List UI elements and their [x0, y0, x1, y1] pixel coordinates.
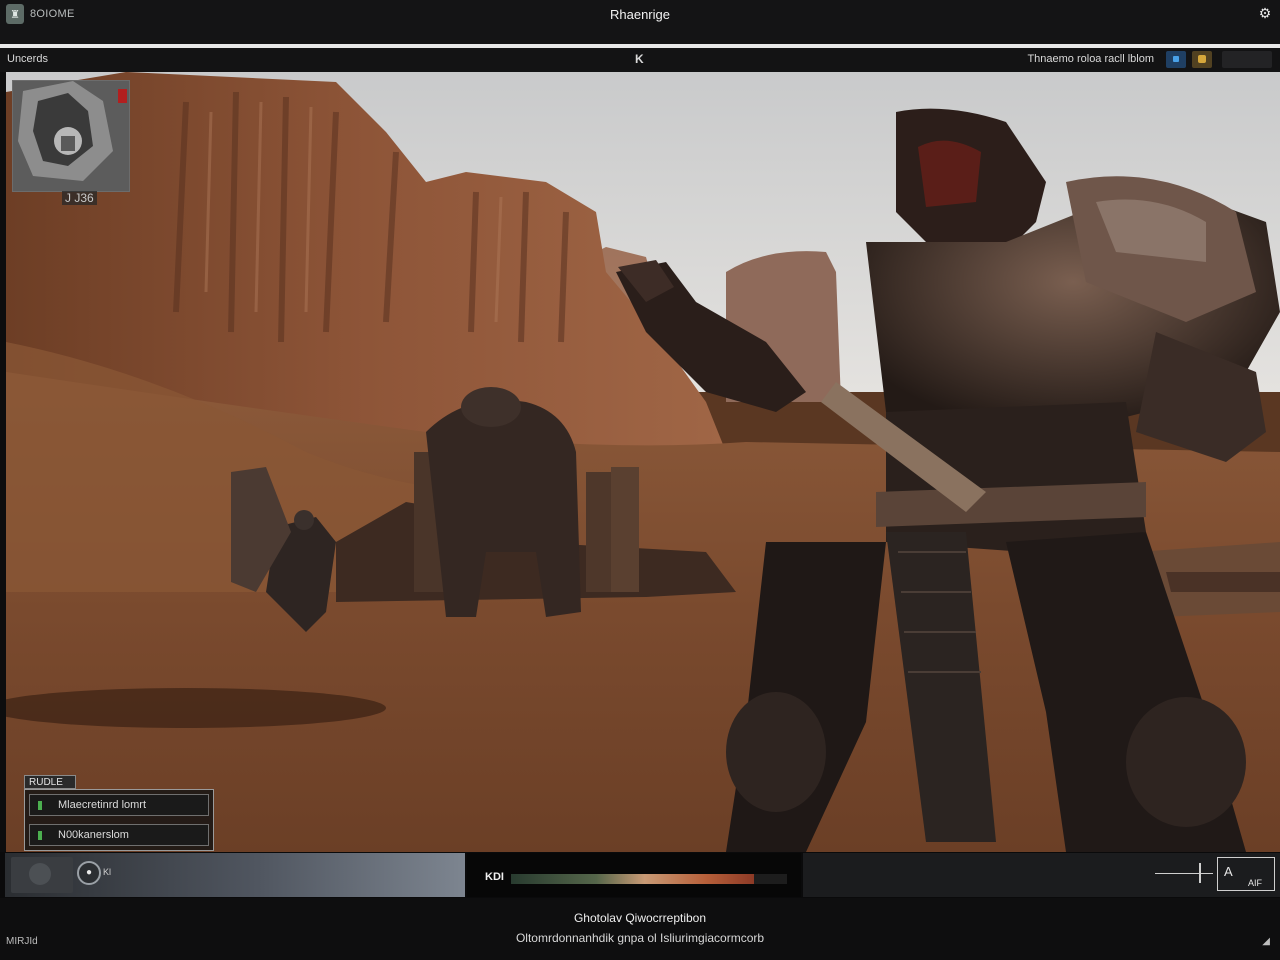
health-bar-fill — [511, 874, 754, 884]
toolbar-left-label[interactable]: Uncerds — [7, 53, 48, 65]
log-panel: Mlaecretinrd lomrt N00kanerslom — [24, 789, 214, 851]
game-scene — [6, 72, 1280, 852]
resize-grip-icon[interactable]: ◢ — [1262, 936, 1270, 947]
achievement-button[interactable] — [1192, 51, 1212, 68]
minimap-label: J J36 — [62, 191, 97, 205]
log-row-text: N00kanerslom — [58, 829, 129, 841]
toolbar-center-label: K — [635, 52, 644, 66]
ammo-box[interactable]: A AIF — [1217, 857, 1275, 891]
log-row[interactable]: N00kanerslom — [29, 824, 209, 846]
minimap[interactable] — [12, 80, 130, 192]
status-indicator-icon — [38, 831, 42, 840]
hud-player-panel: ● Kl — [5, 853, 465, 897]
footer-corner-left: MIRJId — [6, 936, 38, 947]
log-row-text: Mlaecretinrd lomrt — [58, 799, 147, 811]
player-portrait[interactable] — [11, 857, 73, 893]
ability-slot-icon[interactable]: ● — [77, 861, 101, 885]
divider-line — [1155, 873, 1213, 874]
menu-button[interactable] — [1222, 51, 1272, 68]
info-button[interactable] — [1166, 51, 1186, 68]
minimap-marker — [118, 89, 127, 103]
ability-slot-label: Kl — [103, 867, 112, 877]
log-tab[interactable]: RUDLE — [24, 775, 76, 789]
status-indicator-icon — [38, 801, 42, 810]
toolbar-right-label: Thnaemo roloa racll lblom — [1027, 53, 1154, 65]
window-title: Rhaenrige — [610, 7, 670, 22]
hud-health-panel: KDI — [467, 853, 801, 897]
log-row[interactable]: Mlaecretinrd lomrt — [29, 794, 209, 816]
footer: Ghotolav Qiwocrreptibon Oltomrdonnanhdik… — [0, 898, 1280, 960]
title-bar: ♜ 8OIOME Rhaenrige ⚙ — [0, 0, 1280, 44]
footer-title: Ghotolav Qiwocrreptibon — [573, 911, 707, 925]
settings-icon[interactable]: ⚙ — [1256, 4, 1274, 22]
health-label: KDI — [485, 871, 504, 883]
ammo-box-sub: AIF — [1248, 878, 1263, 888]
divider-tick — [1199, 863, 1201, 883]
toolbar: Uncerds K Thnaemo roloa racll lblom — [0, 48, 1280, 72]
game-viewport[interactable] — [6, 72, 1280, 852]
ammo-box-label: A — [1224, 864, 1233, 879]
minimap-view — [13, 81, 129, 191]
health-bar — [511, 874, 787, 884]
footer-subtitle: Oltomrdonnanhdik gnpa ol Isliurimgiacorm… — [515, 931, 765, 945]
hud-right-panel: A AIF — [803, 853, 1280, 897]
